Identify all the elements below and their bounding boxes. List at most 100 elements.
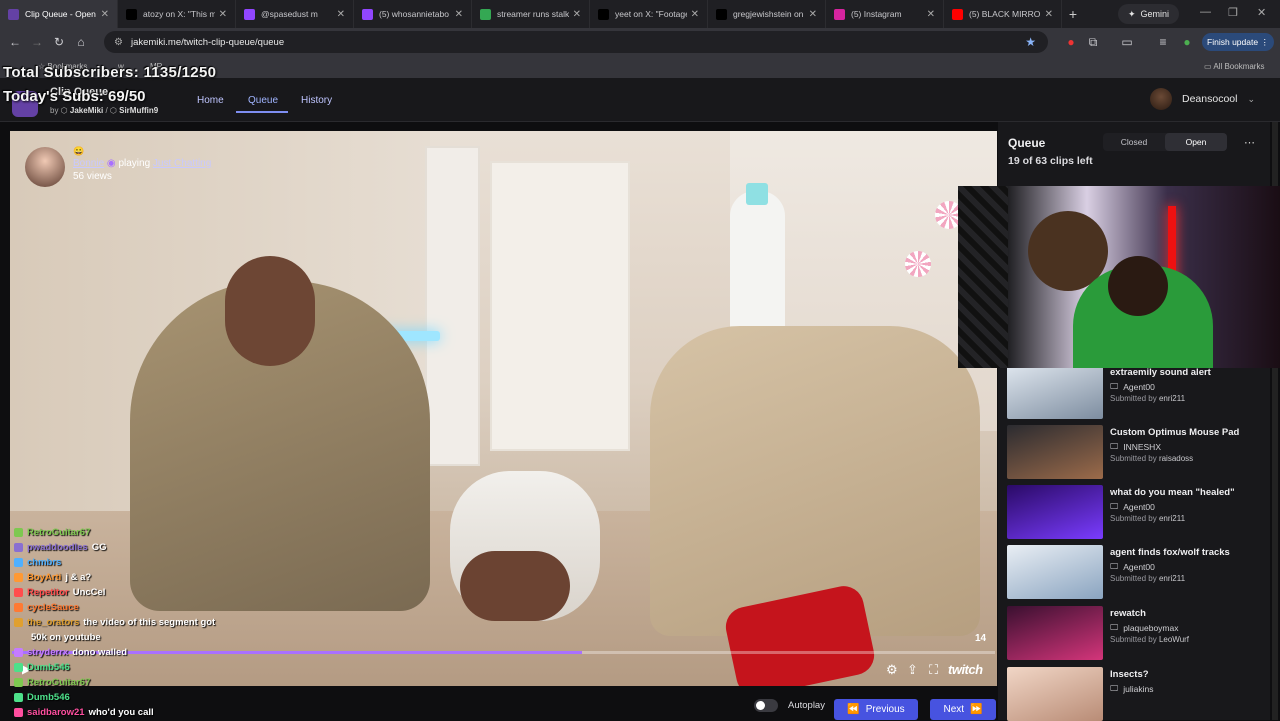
chat-username[interactable]: chmbrs xyxy=(27,557,61,568)
site-info-icon[interactable]: ⚙ xyxy=(114,37,123,48)
queue-clip-item[interactable]: Insects? 🖵 juliakins xyxy=(1007,667,1267,721)
clip-title: agent finds fox/wolf tracks xyxy=(1110,547,1230,558)
clip-thumbnail[interactable] xyxy=(1007,667,1103,721)
browser-tab[interactable]: streamer runs stalk ✕ xyxy=(472,0,590,28)
forward-icon[interactable]: → xyxy=(26,35,48,49)
home-icon[interactable]: ⌂ xyxy=(70,35,92,49)
broadcaster-icon: 🖵 xyxy=(1110,683,1119,693)
game-link[interactable]: Just Chatting xyxy=(153,158,211,169)
all-bookmarks-button[interactable]: ▭ All Bookmarks xyxy=(1204,62,1264,71)
autoplay-switch[interactable] xyxy=(754,699,778,712)
twitch-logo[interactable]: twitch xyxy=(948,662,983,677)
bookmark-star-icon[interactable]: ★ xyxy=(1025,35,1036,49)
rewind-icon: ⏪ xyxy=(847,704,860,715)
settings-gear-icon[interactable]: ⚙ xyxy=(886,662,898,678)
nav-queue[interactable]: Queue xyxy=(248,95,278,106)
clip-thumbnail[interactable] xyxy=(1007,485,1103,539)
browser-tab[interactable]: (5) whosannietabo ✕ xyxy=(354,0,472,28)
browser-tab[interactable]: atozy on X: "This m ✕ xyxy=(118,0,236,28)
chat-username[interactable]: saidbarow21 xyxy=(27,707,85,718)
total-subscribers-overlay: Total Subscribers: 1135/1250 xyxy=(3,64,217,81)
chat-username[interactable]: BoyArti xyxy=(27,572,61,583)
close-tab-icon[interactable]: ✕ xyxy=(101,9,109,20)
tab-title: (5) BLACK MIRROR xyxy=(969,9,1041,19)
nav-history[interactable]: History xyxy=(301,95,332,106)
chat-username[interactable]: Repetitor xyxy=(27,587,69,598)
chat-username[interactable]: the_orators xyxy=(27,617,79,628)
nav-active-indicator xyxy=(236,111,288,113)
chat-badge-icon xyxy=(14,543,23,552)
chat-message: Dumb546 xyxy=(14,690,354,705)
browser-tab[interactable]: @spasedust m ✕ xyxy=(236,0,354,28)
chat-message: RetroGuitar67 xyxy=(14,525,354,540)
chat-username[interactable]: Dumb546 xyxy=(27,692,70,703)
queue-clip-item[interactable]: extraemily sound alert 🖵 Agent00 Submitted … xyxy=(1007,365,1267,419)
close-tab-icon[interactable]: ✕ xyxy=(337,9,345,20)
browser-tab[interactable]: yeet on X: "Footage ✕ xyxy=(590,0,708,28)
video-scene xyxy=(460,551,570,621)
clip-thumbnail[interactable] xyxy=(1007,545,1103,599)
streamer-avatar[interactable] xyxy=(25,147,65,187)
browser-tab[interactable]: gregjewishstein on ✕ xyxy=(708,0,826,28)
nav-home[interactable]: Home xyxy=(197,95,224,106)
close-tab-icon[interactable]: ✕ xyxy=(573,9,581,20)
browser-tab[interactable]: (5) Instagram ✕ xyxy=(826,0,944,28)
fullscreen-icon[interactable]: ⛶ xyxy=(929,662,938,678)
profile-icon[interactable]: ● xyxy=(1176,35,1198,49)
more-options-icon[interactable]: ⋯ xyxy=(1244,136,1255,149)
chat-username[interactable]: RetroGuitar67 xyxy=(27,677,90,688)
reload-icon[interactable]: ↻ xyxy=(48,35,70,49)
back-icon[interactable]: ← xyxy=(4,35,26,49)
video-scene xyxy=(425,146,480,466)
author-link[interactable]: SirMuffin9 xyxy=(119,106,158,115)
restore-icon[interactable]: ❐ xyxy=(1228,6,1238,19)
extension-icon[interactable]: ● xyxy=(1060,35,1082,49)
broadcaster-icon: 🖵 xyxy=(1110,501,1119,511)
queue-open-option[interactable]: Open xyxy=(1165,133,1227,151)
video-scene xyxy=(490,161,630,451)
next-button[interactable]: Next ⏩ xyxy=(930,699,996,720)
chat-username[interactable]: Dumb546 xyxy=(27,662,70,673)
extensions-puzzle-icon[interactable]: ⧉ xyxy=(1082,35,1104,50)
chat-username[interactable]: RetroGuitar67 xyxy=(27,527,90,538)
queue-closed-option[interactable]: Closed xyxy=(1103,133,1165,151)
chat-message: stryderrx dono walled xyxy=(14,645,354,660)
finish-update-button[interactable]: Finish update ⋮ xyxy=(1202,33,1274,51)
close-tab-icon[interactable]: ✕ xyxy=(927,9,935,20)
close-tab-icon[interactable]: ✕ xyxy=(219,9,227,20)
clip-thumbnail[interactable] xyxy=(1007,425,1103,479)
chat-username[interactable]: stryderrx xyxy=(27,647,68,658)
share-icon[interactable]: ⇪ xyxy=(907,662,918,678)
streamer-link[interactable]: Bonnie xyxy=(73,158,104,169)
reading-list-icon[interactable]: ≡ xyxy=(1152,35,1174,49)
chat-username[interactable]: pwaddoodles xyxy=(27,542,88,553)
close-tab-icon[interactable]: ✕ xyxy=(1045,9,1053,20)
minimize-icon[interactable]: — xyxy=(1200,6,1211,18)
twitch-clip-queue-icon xyxy=(8,8,19,20)
queue-clip-item[interactable]: rewatch 🖵 plaqueboymax Submitted by LeoWurf xyxy=(1007,606,1267,660)
close-tab-icon[interactable]: ✕ xyxy=(809,9,817,20)
cast-icon[interactable]: ▭ xyxy=(1116,35,1138,49)
close-tab-icon[interactable]: ✕ xyxy=(455,9,463,20)
gemini-button[interactable]: ✦ Gemini xyxy=(1118,4,1180,24)
queue-clip-item[interactable]: agent finds fox/wolf tracks 🖵 Agent00 Submi… xyxy=(1007,545,1267,599)
new-tab-icon[interactable]: + xyxy=(1062,6,1084,22)
clip-thumbnail[interactable] xyxy=(1007,365,1103,419)
clip-thumbnail[interactable] xyxy=(1007,606,1103,660)
previous-button[interactable]: ⏪ Previous xyxy=(834,699,918,720)
clip-submitter: Submitted by enri211 xyxy=(1110,514,1186,523)
queue-clip-item[interactable]: what do you mean "healed" 🖵 Agent00 Submitt… xyxy=(1007,485,1267,539)
chat-text: who'd you call xyxy=(88,707,154,718)
chat-text: dono walled xyxy=(72,647,128,658)
user-menu[interactable]: Deansocool ⌄ xyxy=(1150,88,1255,110)
close-tab-icon[interactable]: ✕ xyxy=(691,9,699,20)
author-link[interactable]: JakeMiki xyxy=(70,106,103,115)
browser-tab[interactable]: (5) BLACK MIRROR ✕ xyxy=(944,0,1062,28)
close-window-icon[interactable]: ✕ xyxy=(1257,6,1266,19)
queue-clip-item[interactable]: Custom Optimus Mouse Pad 🖵 INNESHX Submitte… xyxy=(1007,425,1267,479)
view-count: 56 views xyxy=(73,171,112,182)
address-bar[interactable]: ⚙ jakemiki.me/twitch-clip-queue/queue ★ xyxy=(104,31,1048,53)
browser-tab[interactable]: Clip Queue - Open ✕ xyxy=(0,0,118,28)
autoplay-toggle[interactable]: Autoplay xyxy=(754,699,825,712)
chat-username[interactable]: cycleSauce xyxy=(27,602,79,613)
